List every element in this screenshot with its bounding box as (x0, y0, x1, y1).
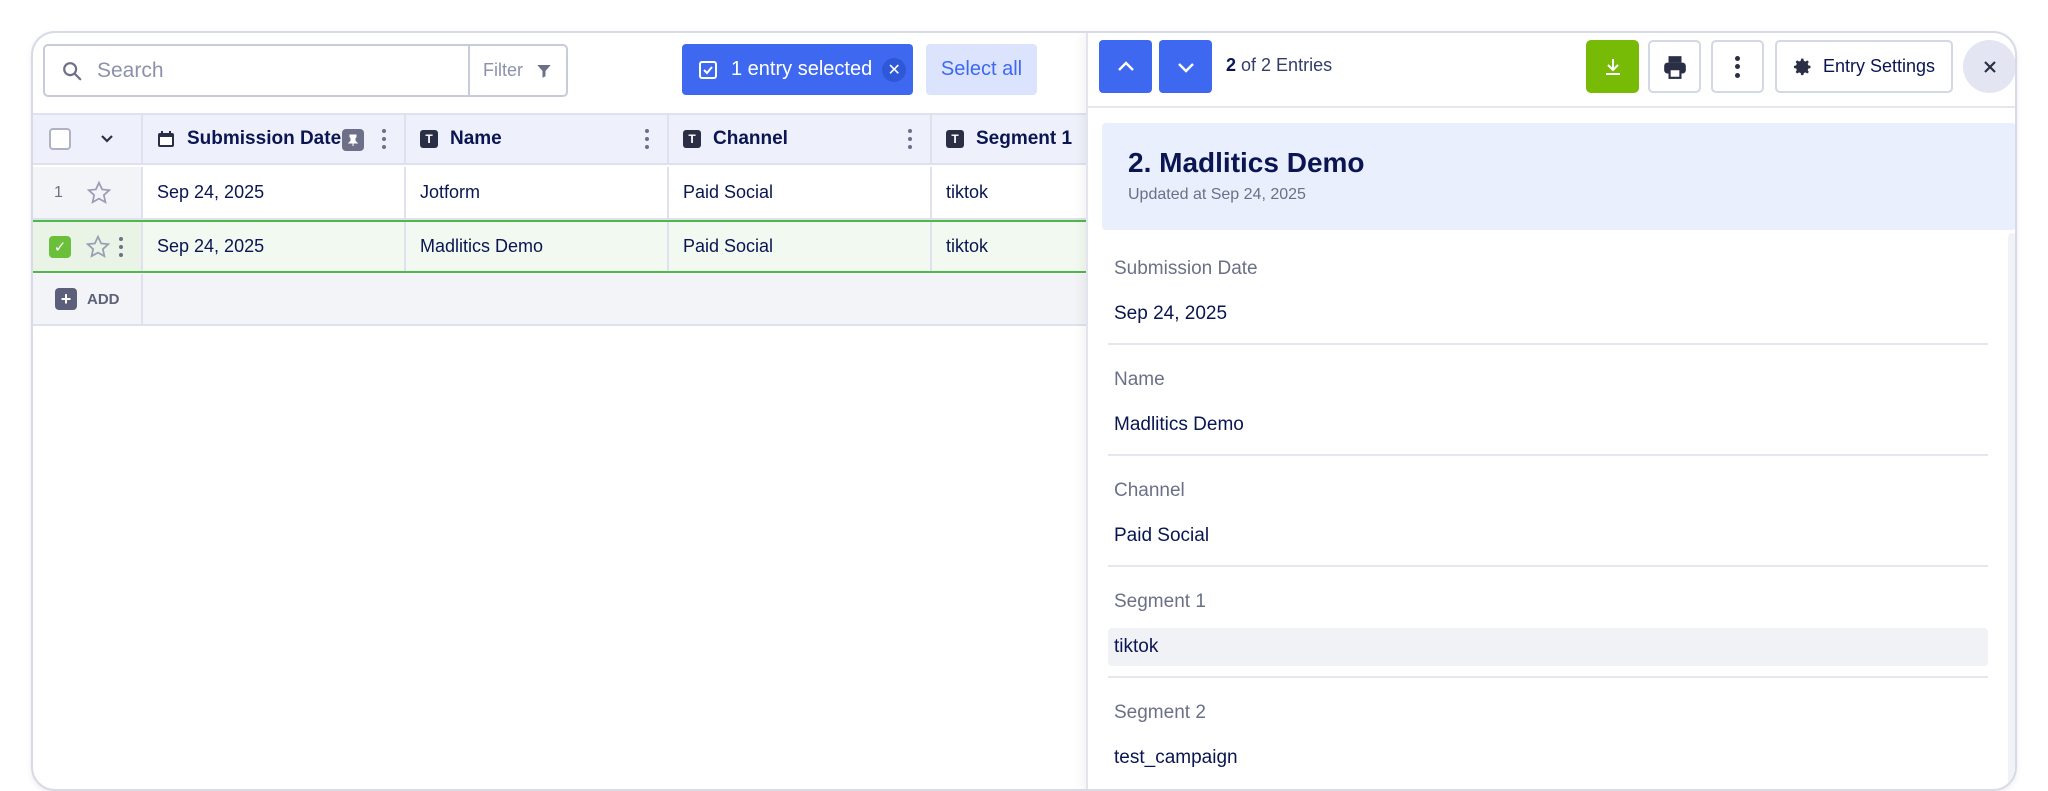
table-row[interactable]: 1 Sep 24, 2025 Jotform Paid Social tikto… (33, 167, 1123, 220)
field-submission-date: Submission Date Sep 24, 2025 (1108, 258, 1988, 345)
row-controls: ✓ (33, 222, 143, 271)
select-all-button[interactable]: Select all (926, 44, 1037, 95)
add-label: ADD (87, 290, 120, 308)
print-icon (1663, 55, 1686, 79)
field-segment-2: Segment 2 test_campaign (1108, 702, 1988, 777)
divider (1108, 454, 1988, 456)
field-label: Segment 2 (1114, 702, 1206, 723)
star-icon[interactable] (86, 180, 112, 206)
row-index: 1 (54, 183, 63, 201)
add-entry-button[interactable]: + ADD (33, 274, 143, 324)
column-label: Name (450, 128, 502, 149)
divider (1108, 343, 1988, 345)
filter-label: Filter (483, 60, 523, 80)
previous-entry-button[interactable] (1099, 40, 1152, 93)
checkbox-icon (699, 60, 717, 79)
entry-header: 2. Madlitics Demo Updated at Sep 24, 202… (1102, 123, 2015, 230)
field-label: Submission Date (1114, 258, 1258, 279)
add-row: + ADD (33, 274, 1123, 326)
entry-counter: 2 of 2 Entries (1226, 55, 1332, 76)
download-icon (1605, 58, 1620, 75)
field-value[interactable]: Madlitics Demo (1108, 406, 1988, 444)
header-controls (33, 115, 143, 163)
field-label: Channel (1114, 480, 1185, 501)
entry-title: 2. Madlitics Demo (1128, 147, 1365, 178)
entry-selected-badge[interactable]: 1 entry selected ✕ (682, 44, 913, 95)
clear-selection-icon[interactable]: ✕ (882, 57, 907, 82)
search-input[interactable]: Search Filter (43, 44, 568, 97)
selection-label: 1 entry selected (731, 58, 873, 80)
more-options-button[interactable] (1711, 40, 1764, 93)
field-segment-1: Segment 1 tiktok (1108, 591, 1988, 678)
cell-name[interactable]: Jotform (406, 167, 669, 218)
column-label: Submission Date (187, 128, 342, 149)
divider (1088, 106, 2015, 108)
filter-button[interactable]: Filter (468, 46, 566, 95)
select-all-checkbox[interactable] (49, 128, 71, 150)
column-label: Channel (713, 128, 788, 149)
column-header-submission-date[interactable]: Submission Date (143, 115, 406, 163)
panel-scrollbar[interactable] (2008, 233, 2015, 789)
column-menu-icon[interactable] (645, 129, 649, 149)
cell-channel[interactable]: Paid Social (669, 167, 932, 218)
search-icon (63, 61, 82, 80)
row-checkbox[interactable]: ✓ (49, 235, 71, 258)
column-menu-icon[interactable] (382, 129, 386, 149)
entry-updated-text: Updated at Sep 24, 2025 (1128, 186, 1306, 203)
row-menu-icon[interactable] (119, 236, 123, 257)
entry-detail-panel: 2 of 2 Entries Entry Settings 2. Madliti… (1086, 33, 2015, 789)
text-type-icon: T (420, 130, 438, 148)
entry-settings-label: Entry Settings (1823, 56, 1936, 76)
chevron-up-icon (1117, 60, 1134, 71)
print-button[interactable] (1648, 40, 1701, 93)
table-row[interactable]: ✓ Sep 24, 2025 Madlitics Demo Paid Socia… (33, 220, 1123, 273)
text-type-icon: T (946, 130, 964, 148)
column-label: Segment 1 (976, 128, 1073, 149)
cell-channel[interactable]: Paid Social (669, 222, 932, 271)
field-label: Name (1114, 369, 1165, 390)
pin-icon[interactable] (342, 129, 364, 151)
download-button[interactable] (1586, 40, 1639, 93)
chevron-down-icon[interactable] (99, 131, 115, 147)
chevron-down-icon (1177, 62, 1194, 73)
divider (1108, 676, 1988, 678)
field-value[interactable]: Sep 24, 2025 (1108, 295, 1988, 333)
entry-total: of 2 Entries (1241, 55, 1333, 75)
field-label: Segment 1 (1114, 591, 1206, 612)
cell-submission-date[interactable]: Sep 24, 2025 (143, 167, 406, 218)
column-header-name[interactable]: T Name (406, 115, 669, 163)
search-placeholder: Search (97, 58, 164, 82)
divider (1108, 565, 1988, 567)
row-controls: 1 (33, 167, 143, 218)
table-header: Submission Date T Name T Channel T Segme… (33, 113, 1123, 165)
column-header-channel[interactable]: T Channel (669, 115, 932, 163)
text-type-icon: T (683, 130, 701, 148)
next-entry-button[interactable] (1159, 40, 1212, 93)
entry-current: 2 (1226, 55, 1237, 75)
column-menu-icon[interactable] (908, 129, 912, 149)
cell-name[interactable]: Madlitics Demo (406, 222, 669, 271)
field-value[interactable]: Paid Social (1108, 517, 1988, 555)
app-window: Search Filter 1 entry selected ✕ Select … (31, 31, 2017, 791)
field-value[interactable]: test_campaign (1108, 739, 1988, 777)
field-name: Name Madlitics Demo (1108, 369, 1988, 456)
close-icon (1983, 60, 1996, 73)
calendar-icon (158, 131, 174, 147)
field-channel: Channel Paid Social (1108, 480, 1988, 567)
cell-submission-date[interactable]: Sep 24, 2025 (143, 222, 406, 271)
entry-settings-button[interactable]: Entry Settings (1775, 40, 1953, 93)
gear-icon (1794, 58, 1811, 75)
plus-icon: + (55, 288, 77, 310)
field-value[interactable]: tiktok (1108, 628, 1988, 666)
star-icon[interactable] (85, 234, 111, 260)
more-vertical-icon (1735, 55, 1740, 78)
filter-icon (537, 64, 551, 78)
close-panel-button[interactable] (1963, 40, 2015, 93)
